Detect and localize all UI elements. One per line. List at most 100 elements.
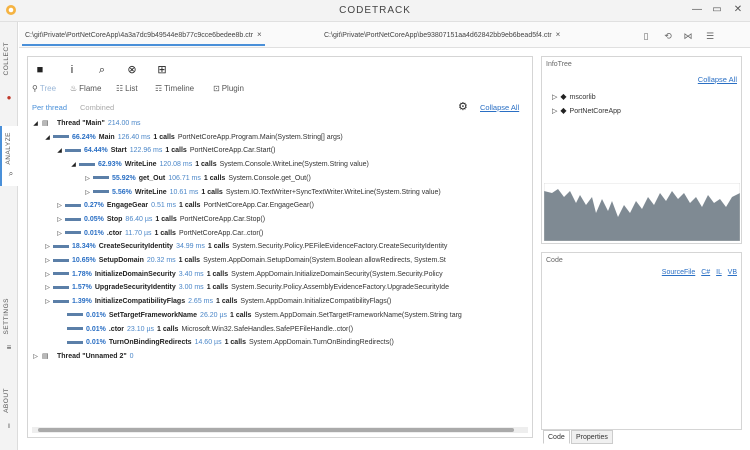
tree-row[interactable]: ▷ 0.01% .ctor 11.70 µs 1 calls PortNetCoreApp…	[28, 227, 263, 240]
expand-toggle-icon[interactable]: ▷	[56, 228, 63, 241]
link-sourcefile[interactable]: SourceFile	[662, 269, 695, 276]
call-count: 1 calls	[224, 339, 246, 347]
sidebar-item-settings[interactable]: SETTINGS ≡	[0, 292, 18, 356]
search-icon[interactable]: ⌕	[96, 64, 108, 76]
tree-row[interactable]: ▷ 5.56% WriteLine 10.61 ms 1 calls System.IO.…	[28, 186, 441, 199]
method-name: CreateSecurityIdentity	[98, 243, 174, 251]
sidebar-item-about[interactable]: ABOUT ı	[0, 382, 18, 432]
tab-close-icon[interactable]: ×	[257, 28, 262, 42]
method-name: .ctor	[106, 229, 123, 237]
tree-row[interactable]: ▷ 10.65% SetupDomain 20.32 ms 1 calls System.…	[28, 254, 446, 267]
expand-toggle-icon[interactable]: ◢	[56, 145, 63, 158]
tab-document-2[interactable]: C:\git\Private\PortNetCoreApp\be93807151…	[321, 28, 563, 46]
expand-toggle-icon[interactable]: ▷	[44, 241, 51, 254]
main-tree-panel: ■ i ⌕ ⊗ ⊞ ⚲ Tree ♨ Flame ☷ List ☶ Timeline ⊡…	[27, 56, 533, 438]
horizontal-scrollbar[interactable]	[32, 427, 528, 433]
expand-toggle-icon[interactable]: ▷	[56, 214, 63, 227]
maximize-button[interactable]: ▭	[710, 4, 724, 16]
history-icon[interactable]: ⟲	[663, 31, 673, 41]
tree-row[interactable]: ▷ 1.78% InitializeDomainSecurity 3.40 ms 1 c…	[28, 268, 442, 282]
assembly-icon: ◆	[560, 92, 567, 101]
link-csharp[interactable]: C#	[701, 269, 710, 276]
tree-row[interactable]: ▷ 1.39% InitializeCompatibilityFlags 2.65 m…	[28, 295, 391, 308]
expand-toggle-icon[interactable]: ▷	[32, 351, 39, 364]
tree-row[interactable]: ▷ 0.05% Stop 86.40 µs 1 calls PortNetCoreApp.…	[28, 213, 265, 226]
call-count: 1 calls	[206, 270, 229, 278]
sidebar-item-analyze[interactable]: ANALYZE ⌕	[0, 126, 18, 186]
thread-row[interactable]: ◢ ▤ Thread "Main" 214.00 ms	[28, 117, 140, 131]
expand-toggle-icon[interactable]: ◢	[44, 132, 51, 145]
list-view-icon[interactable]: ☰	[705, 31, 715, 41]
gear-icon[interactable]: ⚙	[458, 100, 468, 113]
tree-row[interactable]: ▷ 1.57% UpgradeSecurityIdentity 3.00 ms 1 ca…	[28, 281, 449, 294]
mode-list[interactable]: ☷ List	[116, 84, 138, 93]
infotree-collapse-all-link[interactable]: Collapse All	[698, 75, 737, 84]
tab-properties[interactable]: Properties	[571, 430, 613, 444]
method-signature: System.AppDomain.TurnOnBindingRedirects(…	[249, 339, 394, 347]
percent-bar	[53, 258, 69, 262]
percent-bar	[67, 340, 83, 344]
tree-row[interactable]: ◢ 62.93% WriteLine 120.08 ms 1 calls System.C…	[28, 158, 369, 171]
tab-document-1[interactable]: C:\git\Private\PortNetCoreApp\4a3a7dc9b4…	[22, 28, 265, 46]
minimize-button[interactable]: —	[690, 4, 704, 16]
percent-value: 0.01%	[86, 339, 106, 347]
link-il[interactable]: IL	[716, 269, 722, 276]
expand-toggle-icon[interactable]: ◢	[70, 159, 77, 172]
magnifier-icon: ⌕	[8, 169, 14, 178]
tab-combined[interactable]: Combined	[80, 103, 114, 112]
tab-code[interactable]: Code	[543, 430, 570, 444]
tree-row[interactable]: ▷ 0.27% EngageGear 0.51 ms 1 calls PortNetCor…	[28, 199, 314, 212]
method-name: WriteLine	[124, 161, 157, 169]
info-icon[interactable]: i	[66, 64, 78, 76]
tree-row[interactable]: ◢ 66.24% Main 126.40 ms 1 calls PortNetCoreAp…	[28, 131, 343, 144]
folder-icon[interactable]: ■	[34, 64, 46, 76]
expand-toggle-icon[interactable]: ▷	[44, 296, 51, 309]
sidebar-item-collect[interactable]: COLLECT ●	[0, 36, 18, 106]
document-icon[interactable]: ▯	[641, 31, 651, 41]
percent-bar	[67, 313, 83, 317]
expand-toggle-icon[interactable]: ▷	[44, 282, 51, 295]
app-title: CODETRACK	[339, 5, 411, 16]
expand-icon[interactable]: ▷	[552, 108, 557, 115]
expand-toggle-icon[interactable]: ▷	[84, 173, 91, 186]
tree-row[interactable]: ◢ 64.44% Start 122.96 ms 1 calls PortNetCoreA…	[28, 144, 275, 157]
infotree-item[interactable]: ▷ ◆ mscorlib	[552, 92, 596, 101]
expand-toggle-icon[interactable]: ▷	[84, 187, 91, 200]
call-count: 1 calls	[230, 311, 252, 319]
expand-toggle-icon[interactable]: ▷	[44, 255, 51, 268]
infotree-item[interactable]: ▷ ◆ PortNetCoreApp	[552, 106, 621, 115]
thread-row[interactable]: ▷ ▤ Thread "Unnamed 2" 0	[28, 350, 133, 364]
tree-row[interactable]: 0.01% .ctor 23.10 µs 1 calls Microsoft.Win32…	[28, 323, 353, 336]
elapsed-time: 20.32 ms	[146, 257, 176, 264]
threads-icon[interactable]: ⊞	[156, 64, 168, 76]
collapse-all-link[interactable]: Collapse All	[480, 103, 519, 112]
tree-row[interactable]: ▷ 18.34% CreateSecurityIdentity 34.99 ms 1 c…	[28, 240, 447, 253]
expand-toggle-icon[interactable]: ▷	[56, 200, 63, 213]
link-vb[interactable]: VB	[728, 269, 737, 276]
tab-label: C:\git\Private\PortNetCoreApp\be93807151…	[324, 32, 552, 39]
call-count: 1 calls	[195, 161, 217, 169]
method-signature: System.Console.WriteLine(System.String v…	[219, 161, 369, 169]
clear-icon[interactable]: ⊗	[126, 64, 138, 76]
expand-icon[interactable]: ▷	[552, 94, 557, 101]
mode-timeline[interactable]: ☶ Timeline	[155, 84, 194, 93]
tree-row[interactable]: 0.01% TurnOnBindingRedirects 14.60 µs 1 cal…	[28, 336, 394, 349]
method-name: SetupDomain	[98, 257, 144, 264]
tab-close-icon[interactable]: ×	[556, 28, 561, 42]
tree-row[interactable]: ▷ 55.92% get_Out 106.71 ms 1 calls System.Con…	[28, 172, 311, 185]
method-signature: System.Security.Policy.AssemblyEvidenceF…	[231, 284, 449, 292]
expand-toggle-icon[interactable]: ▷	[44, 269, 51, 282]
mode-tree[interactable]: ⚲ Tree	[32, 84, 56, 93]
tab-per-thread[interactable]: Per thread	[32, 103, 67, 112]
thread-icon: ▤	[42, 119, 49, 127]
mode-plugin[interactable]: ⊡ Plugin	[213, 84, 244, 93]
method-signature: Microsoft.Win32.SafeHandles.SafePEFileHa…	[181, 325, 354, 333]
share-icon[interactable]: ⋈	[683, 31, 693, 41]
close-window-button[interactable]: ✕	[731, 4, 745, 16]
list-icon: ☷	[116, 84, 124, 93]
tree-row[interactable]: 0.01% SetTargetFrameworkName 26.20 µs 1 cal…	[28, 309, 462, 322]
mode-flame[interactable]: ♨ Flame	[70, 84, 101, 93]
scrollbar-thumb[interactable]	[38, 428, 514, 432]
expand-toggle-icon[interactable]: ◢	[32, 118, 39, 131]
elapsed-time: 122.96 ms	[129, 147, 163, 155]
